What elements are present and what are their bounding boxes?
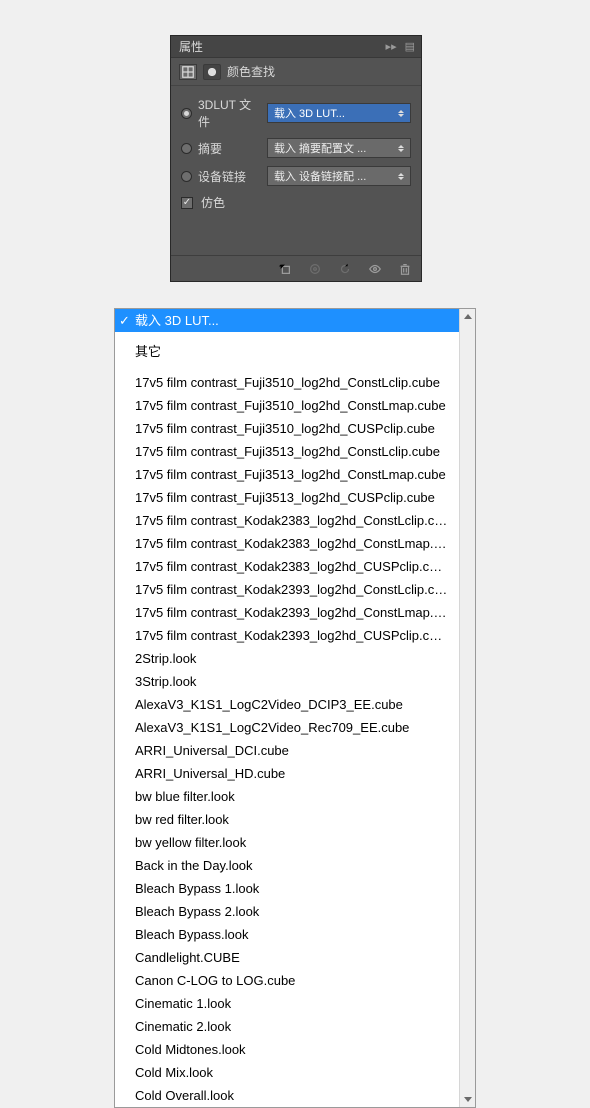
list-item[interactable]: 17v5 film contrast_Fuji3510_log2hd_Const… bbox=[115, 371, 459, 394]
list-item[interactable]: bw yellow filter.look bbox=[115, 831, 459, 854]
lut-listbox[interactable]: 载入 3D LUT... 其它 17v5 film contrast_Fuji3… bbox=[115, 309, 459, 1107]
list-item[interactable]: 17v5 film contrast_Kodak2393_log2hd_Cons… bbox=[115, 578, 459, 601]
adjustment-layer-icon bbox=[203, 64, 221, 80]
list-item[interactable]: 17v5 film contrast_Kodak2383_log2hd_CUSP… bbox=[115, 555, 459, 578]
panel-subhead: 颜色查找 bbox=[171, 58, 421, 86]
list-item[interactable]: bw red filter.look bbox=[115, 808, 459, 831]
lut-row-3dlut: 3DLUT 文件 载入 3D LUT... bbox=[181, 96, 411, 130]
adjustment-name: 颜色查找 bbox=[227, 63, 275, 80]
list-item[interactable]: Cold Midtones.look bbox=[115, 1038, 459, 1061]
list-item[interactable]: 17v5 film contrast_Kodak2383_log2hd_Cons… bbox=[115, 532, 459, 555]
label-3dlut: 3DLUT 文件 bbox=[198, 96, 259, 130]
panel-titlebar-icons: ▸▸ ▤ bbox=[386, 40, 415, 53]
list-item[interactable]: 17v5 film contrast_Fuji3513_log2hd_Const… bbox=[115, 440, 459, 463]
scroll-down-icon[interactable] bbox=[464, 1097, 472, 1102]
panel-body: 3DLUT 文件 载入 3D LUT... 摘要 载入 摘要配置文 ... 设备… bbox=[171, 86, 421, 255]
dropdown-abstract[interactable]: 载入 摘要配置文 ... bbox=[267, 138, 411, 158]
flyout-menu-icon[interactable]: ▤ bbox=[405, 40, 415, 53]
clip-to-layer-icon[interactable] bbox=[277, 261, 293, 277]
view-previous-state-icon[interactable] bbox=[307, 261, 323, 277]
panel-titlebar: 属性 ▸▸ ▤ bbox=[171, 36, 421, 58]
dropdown-devicelink[interactable]: 载入 设备链接配 ... bbox=[267, 166, 411, 186]
scroll-up-icon[interactable] bbox=[464, 314, 472, 319]
list-item[interactable]: 17v5 film contrast_Fuji3510_log2hd_CUSPc… bbox=[115, 417, 459, 440]
list-item[interactable]: 17v5 film contrast_Kodak2393_log2hd_CUSP… bbox=[115, 624, 459, 647]
list-item[interactable]: Bleach Bypass 1.look bbox=[115, 877, 459, 900]
trash-icon[interactable] bbox=[397, 261, 413, 277]
list-item[interactable]: bw blue filter.look bbox=[115, 785, 459, 808]
list-item[interactable]: Bleach Bypass.look bbox=[115, 923, 459, 946]
list-spacer bbox=[115, 332, 459, 340]
list-item[interactable]: Bleach Bypass 2.look bbox=[115, 900, 459, 923]
list-item[interactable]: 17v5 film contrast_Fuji3513_log2hd_Const… bbox=[115, 463, 459, 486]
radio-3dlut[interactable] bbox=[181, 108, 192, 119]
list-item[interactable]: Cinematic 2.look bbox=[115, 1015, 459, 1038]
dropdown-abstract-text: 载入 摘要配置文 ... bbox=[274, 140, 396, 156]
list-item[interactable]: AlexaV3_K1S1_LogC2Video_DCIP3_EE.cube bbox=[115, 693, 459, 716]
list-spacer bbox=[115, 363, 459, 371]
visibility-icon[interactable] bbox=[367, 261, 383, 277]
properties-panel: 属性 ▸▸ ▤ 颜色查找 3DLUT 文件 载入 3D LUT... bbox=[170, 35, 422, 282]
list-item[interactable]: 3Strip.look bbox=[115, 670, 459, 693]
list-item[interactable]: 17v5 film contrast_Fuji3513_log2hd_CUSPc… bbox=[115, 486, 459, 509]
list-item[interactable]: Cinematic 1.look bbox=[115, 992, 459, 1015]
list-item[interactable]: Cold Mix.look bbox=[115, 1061, 459, 1084]
dropdown-devicelink-text: 载入 设备链接配 ... bbox=[274, 168, 396, 184]
list-item[interactable]: Canon C-LOG to LOG.cube bbox=[115, 969, 459, 992]
list-item-load-3dlut[interactable]: 载入 3D LUT... bbox=[115, 309, 459, 332]
scrollbar[interactable] bbox=[459, 309, 475, 1107]
list-item-other[interactable]: 其它 bbox=[115, 340, 459, 363]
panel-spacer bbox=[181, 219, 411, 247]
list-item[interactable]: 17v5 film contrast_Fuji3510_log2hd_Const… bbox=[115, 394, 459, 417]
grid-icon bbox=[179, 64, 197, 80]
lut-row-abstract: 摘要 载入 摘要配置文 ... bbox=[181, 138, 411, 158]
list-item[interactable]: 17v5 film contrast_Kodak2393_log2hd_Cons… bbox=[115, 601, 459, 624]
dropdown-3dlut-text: 载入 3D LUT... bbox=[274, 105, 396, 121]
chevron-updown-icon bbox=[396, 173, 406, 180]
radio-abstract[interactable] bbox=[181, 143, 192, 154]
dropdown-3dlut[interactable]: 载入 3D LUT... bbox=[267, 103, 411, 123]
collapse-icon[interactable]: ▸▸ bbox=[386, 40, 397, 53]
lut-row-devicelink: 设备链接 载入 设备链接配 ... bbox=[181, 166, 411, 186]
panel-title: 属性 bbox=[179, 38, 386, 55]
list-item[interactable]: AlexaV3_K1S1_LogC2Video_Rec709_EE.cube bbox=[115, 716, 459, 739]
chevron-updown-icon bbox=[396, 110, 406, 117]
label-dither: 仿色 bbox=[201, 194, 225, 211]
chevron-updown-icon bbox=[396, 145, 406, 152]
checkbox-dither[interactable] bbox=[181, 197, 193, 209]
list-item[interactable]: ARRI_Universal_DCI.cube bbox=[115, 739, 459, 762]
list-item[interactable]: Candlelight.CUBE bbox=[115, 946, 459, 969]
list-item[interactable]: Cold Overall.look bbox=[115, 1084, 459, 1107]
dither-row: 仿色 bbox=[181, 194, 411, 211]
panel-footer bbox=[171, 255, 421, 281]
list-item[interactable]: Back in the Day.look bbox=[115, 854, 459, 877]
radio-devicelink[interactable] bbox=[181, 171, 192, 182]
lut-dropdown-popup: 载入 3D LUT... 其它 17v5 film contrast_Fuji3… bbox=[114, 308, 476, 1108]
list-item[interactable]: ARRI_Universal_HD.cube bbox=[115, 762, 459, 785]
label-devicelink: 设备链接 bbox=[198, 168, 246, 185]
reset-icon[interactable] bbox=[337, 261, 353, 277]
list-item[interactable]: 17v5 film contrast_Kodak2383_log2hd_Cons… bbox=[115, 509, 459, 532]
list-item[interactable]: 2Strip.look bbox=[115, 647, 459, 670]
label-abstract: 摘要 bbox=[198, 140, 222, 157]
